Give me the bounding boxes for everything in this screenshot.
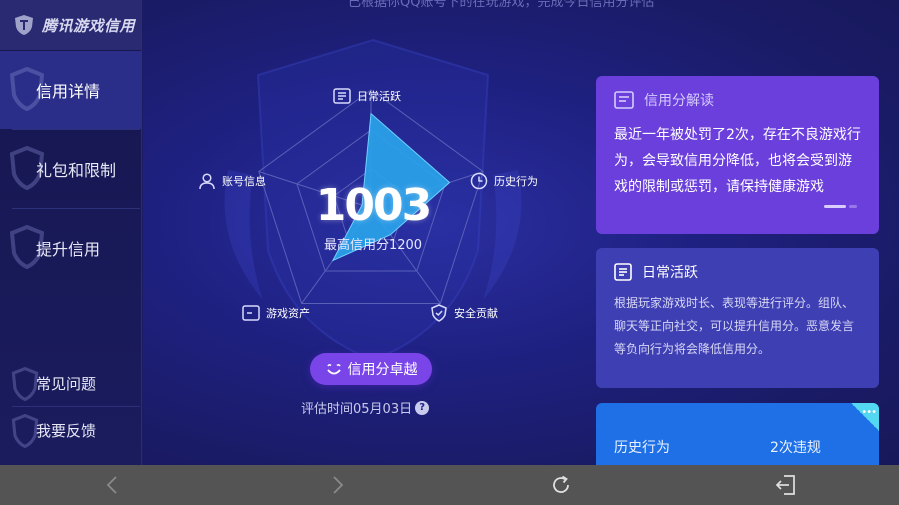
radar-label-daily-active: 日常活跃 — [333, 88, 401, 104]
tencent-game-shield-logo — [15, 15, 33, 35]
radar-dimension-label: 安全贡献 — [454, 307, 498, 320]
radar-label-history: 历史行为 — [470, 172, 538, 190]
sidebar-item-faq[interactable]: 常见问题 — [0, 361, 142, 405]
shield-icon — [431, 304, 447, 322]
evaluation-time-text: 评估时间05月03日 — [301, 402, 413, 417]
card-pager — [824, 205, 857, 208]
question-icon[interactable]: ? — [415, 400, 430, 415]
chevron-left-icon[interactable] — [101, 473, 125, 497]
card-header: 信用分解读 — [614, 90, 861, 110]
history-key: 历史行为 — [614, 440, 670, 456]
card-body: 根据玩家游戏时长、表现等进行评分。组队、聊天等正向社交，可以提升信用分。恶意发言… — [614, 296, 855, 356]
card-title: 信用分解读 — [644, 93, 714, 109]
pager-dot-active — [824, 205, 846, 208]
asset-icon — [242, 305, 260, 321]
history-value: 2次违规 — [770, 440, 821, 456]
card-body: 最近一年被处罚了2次，存在不良游戏行为，会导致信用分降低，也将会受到游戏的限制或… — [614, 127, 861, 195]
sidebar: 腾讯游戏信用 信用详情 礼包和限制 提升信用 常见问题 我要反馈 — [0, 0, 142, 465]
evaluation-time: 评估时间05月03日 ? — [301, 398, 430, 417]
sidebar-item-improve-credit[interactable]: 提升信用 — [0, 209, 142, 287]
brand-header: 腾讯游戏信用 — [0, 0, 141, 50]
card-header: 日常活跃 — [614, 262, 861, 282]
card-credit-interpretation[interactable]: 信用分解读 最近一年被处罚了2次，存在不良游戏行为，会导致信用分降低，也将会受到… — [596, 76, 879, 234]
document-icon — [614, 91, 634, 109]
sidebar-item-label: 提升信用 — [36, 240, 101, 259]
refresh-icon[interactable] — [549, 473, 573, 497]
history-row: 历史行为 2次违规 — [614, 437, 861, 457]
radar-dimension-label: 历史行为 — [494, 175, 538, 188]
radar-dimension-label: 游戏资产 — [266, 307, 310, 320]
sidebar-item-label: 礼包和限制 — [36, 161, 117, 180]
chevron-right-icon[interactable] — [325, 473, 349, 497]
sidebar-item-label: 我要反馈 — [36, 421, 97, 440]
credit-level-button[interactable]: 信用分卓越 — [310, 353, 432, 385]
sidebar-item-label: 信用详情 — [36, 82, 101, 101]
sidebar-item-label: 常见问题 — [36, 374, 97, 393]
sidebar-item-credit-details[interactable]: 信用详情 — [0, 51, 142, 129]
radar-dimension-label: 账号信息 — [222, 175, 266, 188]
radar-chart — [224, 38, 522, 362]
radar-label-assets: 游戏资产 — [242, 305, 310, 321]
credit-score: 1003 — [315, 180, 432, 231]
card-history[interactable]: ••• 历史行为 2次违规 — [596, 403, 879, 465]
main-panel: 已根据你QQ账号下的在玩游戏，完成今日信用分评估 日常活跃 历史行为 安全贡献 … — [143, 0, 899, 465]
sidebar-item-feedback[interactable]: 我要反馈 — [0, 408, 142, 452]
credit-level-label: 信用分卓越 — [347, 362, 418, 378]
credit-radar: 日常活跃 历史行为 安全贡献 游戏资产 账号信息 1003 最高信用分1200 … — [143, 0, 603, 465]
pager-dot — [849, 205, 857, 208]
radar-dimension-label: 日常活跃 — [357, 90, 401, 103]
radar-label-security: 安全贡献 — [430, 304, 498, 322]
exit-icon[interactable] — [774, 473, 798, 497]
sidebar-item-gifts-limits[interactable]: 礼包和限制 — [0, 130, 142, 208]
clock-icon — [470, 172, 488, 190]
list-icon — [333, 88, 351, 104]
max-score-caption: 最高信用分1200 — [323, 238, 423, 253]
divider — [12, 406, 140, 407]
browser-bottom-bar — [0, 465, 899, 505]
list-icon — [614, 263, 632, 281]
brand-name: 腾讯游戏信用 — [42, 16, 136, 35]
smile-icon — [326, 364, 341, 375]
more-dots-icon[interactable]: ••• — [861, 407, 877, 418]
radar-label-account: 账号信息 — [198, 172, 266, 190]
user-icon — [199, 173, 215, 190]
card-daily-active[interactable]: 日常活跃 根据玩家游戏时长、表现等进行评分。组队、聊天等正向社交，可以提升信用分… — [596, 248, 879, 388]
card-title: 日常活跃 — [642, 265, 698, 281]
